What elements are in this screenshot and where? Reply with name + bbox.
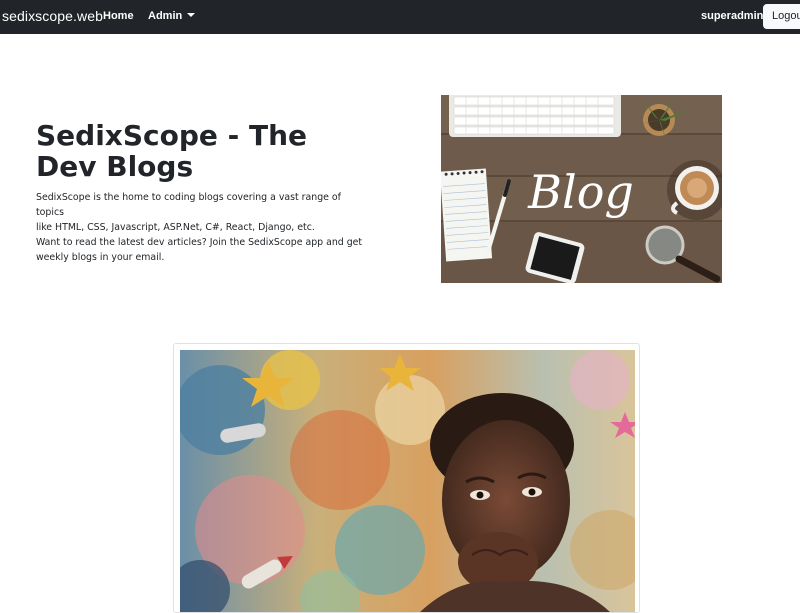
blog-script-text: Blog <box>527 165 634 219</box>
top-navbar: sedixscope.web Home Admin superadmin Log… <box>0 0 800 34</box>
featured-artwork-image <box>180 350 635 612</box>
hero-description-line: SedixScope is the home to coding blogs c… <box>36 192 341 218</box>
hero-description-line: Want to read the latest dev articles? Jo… <box>36 237 363 248</box>
hero-description-line: like HTML, CSS, Javascript, ASP.Net, C#,… <box>36 222 315 233</box>
brand-link[interactable]: sedixscope.web <box>2 8 103 24</box>
hero-description-line: weekly blogs in your email. <box>36 252 165 263</box>
chevron-down-icon <box>187 13 196 17</box>
nav-home-link[interactable]: Home <box>103 10 134 22</box>
page-title: SedixScope - The Dev Blogs <box>36 119 308 183</box>
nav-admin-dropdown[interactable]: Admin <box>148 10 196 22</box>
nav-admin-label: Admin <box>148 10 183 22</box>
hero-description: SedixScope is the home to coding blogs c… <box>36 190 366 265</box>
blog-hero-image: Blog <box>441 95 722 283</box>
logout-button[interactable]: Logout <box>763 4 800 29</box>
featured-artwork-card[interactable] <box>173 343 640 613</box>
current-username: superadmin <box>701 10 764 22</box>
